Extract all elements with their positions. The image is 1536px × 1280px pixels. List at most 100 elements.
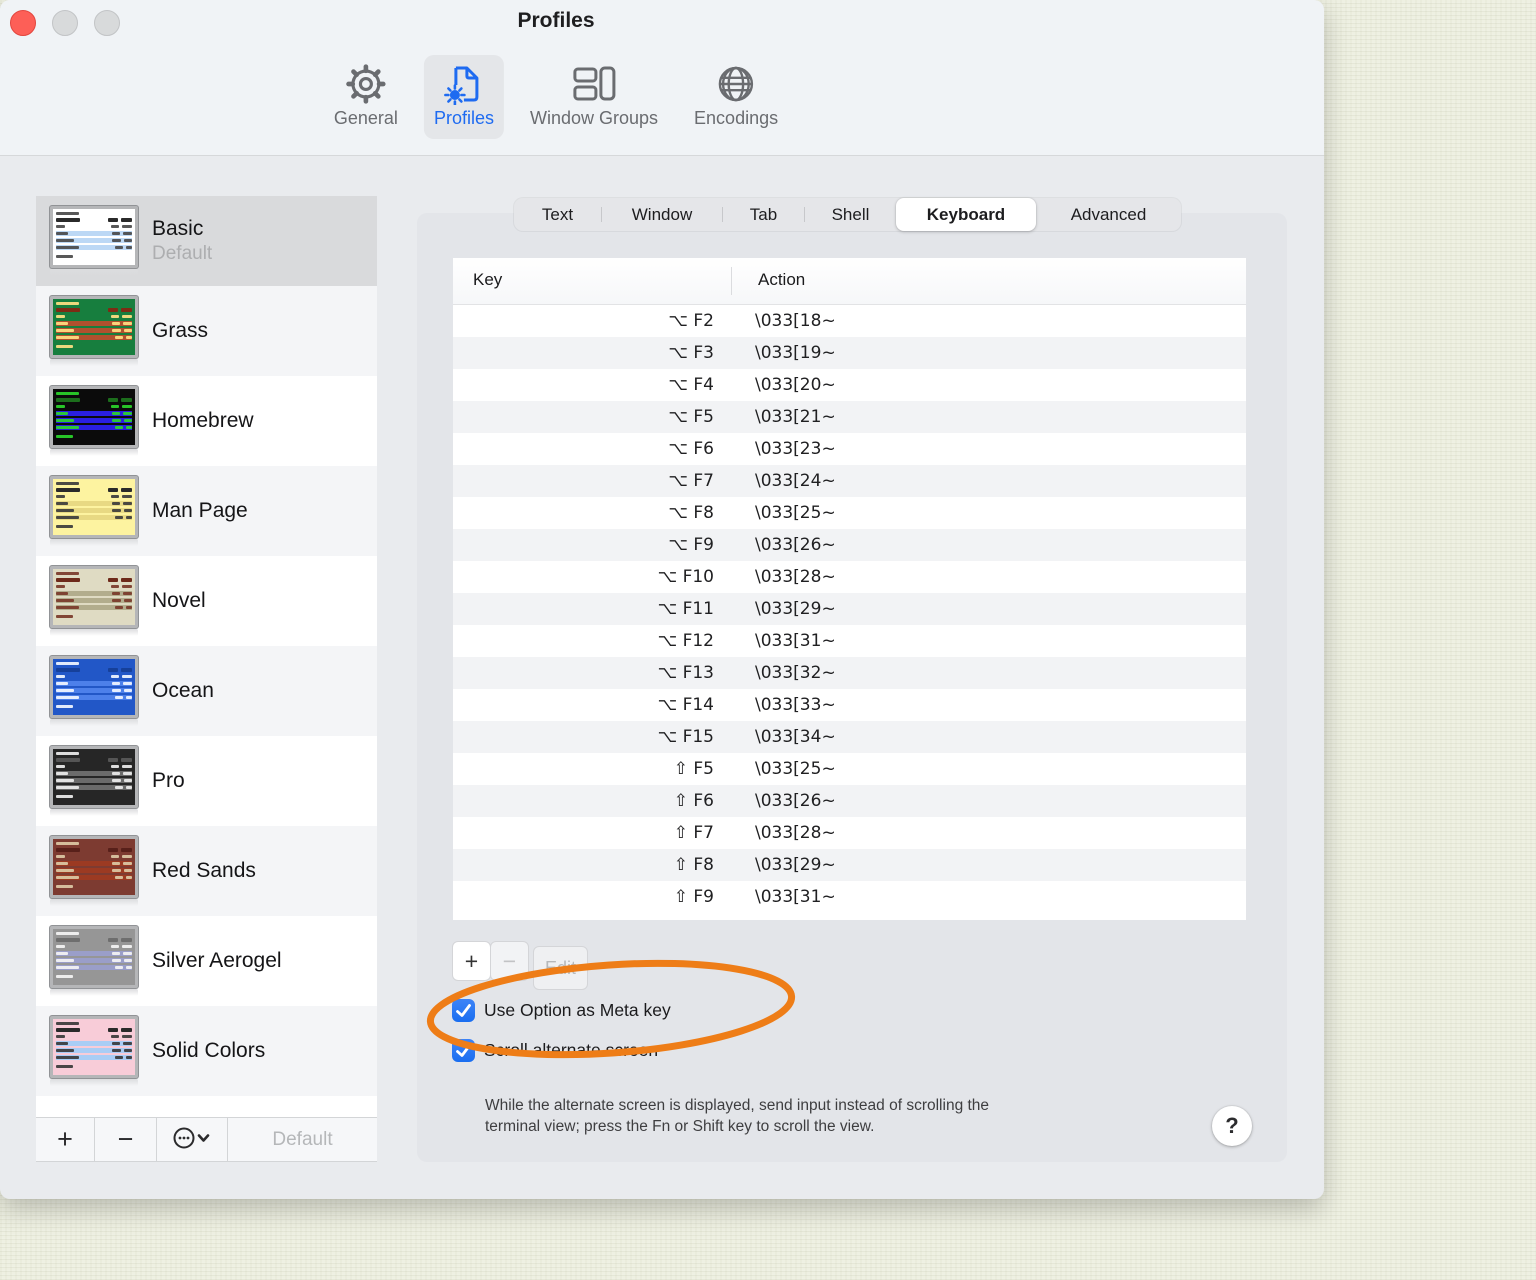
key-mapping-row[interactable]: ⌥ F4 \033[20~ bbox=[453, 369, 1246, 401]
toolbar-item-window-groups[interactable]: Window Groups bbox=[520, 55, 668, 139]
key-cell: ⌥ F14 bbox=[657, 695, 714, 715]
tab-tab[interactable]: Tab bbox=[723, 198, 804, 231]
profile-item-solid-colors[interactable]: Solid Colors bbox=[36, 1006, 377, 1096]
profile-text: Basic Default bbox=[152, 217, 212, 265]
toolbar-item-label: Encodings bbox=[694, 108, 779, 128]
key-mapping-row[interactable]: ⌥ F6 \033[23~ bbox=[453, 433, 1246, 465]
profile-text: Grass bbox=[152, 319, 208, 343]
profile-item-ocean[interactable]: Ocean bbox=[36, 646, 377, 736]
profile-item-basic[interactable]: Basic Default bbox=[36, 196, 377, 286]
key-mapping-row[interactable]: ⇧ F6 \033[26~ bbox=[453, 785, 1246, 817]
profile-item-grass[interactable]: Grass bbox=[36, 286, 377, 376]
remove-profile-button[interactable]: − bbox=[95, 1118, 157, 1161]
profile-thumbnail bbox=[50, 476, 138, 546]
profile-name: Homebrew bbox=[152, 409, 254, 432]
key-mapping-row[interactable]: ⇧ F9 \033[31~ bbox=[453, 881, 1246, 913]
action-cell: \033[26~ bbox=[755, 791, 836, 811]
tab-window[interactable]: Window bbox=[602, 198, 722, 231]
add-profile-button[interactable]: + bbox=[36, 1118, 95, 1161]
action-cell: \033[19~ bbox=[755, 343, 836, 363]
key-cell: ⇧ F7 bbox=[673, 823, 714, 843]
action-cell: \033[24~ bbox=[755, 471, 836, 491]
help-button[interactable]: ? bbox=[1212, 1106, 1252, 1146]
key-mapping-row[interactable]: ⌥ F5 \033[21~ bbox=[453, 401, 1246, 433]
key-cell: ⌥ F10 bbox=[657, 567, 714, 587]
action-cell: \033[32~ bbox=[755, 663, 836, 683]
window-title: Profiles bbox=[517, 9, 595, 32]
toolbar-item-general[interactable]: General bbox=[324, 55, 408, 139]
key-cell: ⇧ F6 bbox=[673, 791, 714, 811]
tab-keyboard[interactable]: Keyboard bbox=[896, 198, 1036, 231]
edit-key-button[interactable]: Edit bbox=[533, 946, 588, 990]
action-cell: \033[20~ bbox=[755, 375, 836, 395]
profile-name: Solid Colors bbox=[152, 1039, 266, 1062]
key-mapping-row[interactable]: ⇧ F8 \033[29~ bbox=[453, 849, 1246, 881]
profile-item-silver-aerogel[interactable]: Silver Aerogel bbox=[36, 916, 377, 1006]
key-cell: ⌥ F7 bbox=[668, 471, 714, 491]
key-mapping-row[interactable]: ⌥ F7 \033[24~ bbox=[453, 465, 1246, 497]
key-mapping-row[interactable]: ⌥ F2 \033[18~ bbox=[453, 305, 1246, 337]
action-cell: \033[31~ bbox=[755, 631, 836, 651]
key-mapping-row[interactable]: ⌥ F9 \033[26~ bbox=[453, 529, 1246, 561]
table-header: Key Action bbox=[453, 258, 1246, 305]
profile-thumbnail bbox=[50, 206, 138, 276]
action-cell: \033[18~ bbox=[755, 311, 836, 331]
profile-actions-menu-button[interactable] bbox=[157, 1118, 228, 1161]
checkbox-checked-icon[interactable] bbox=[452, 1038, 475, 1062]
desktop-background: Profiles General Profiles Window Groups bbox=[0, 0, 1536, 1280]
preferences-toolbar: General Profiles Window Groups Encodings bbox=[324, 55, 788, 139]
key-mapping-row[interactable]: ⇧ F5 \033[25~ bbox=[453, 753, 1246, 785]
profile-list: Basic Default Grass Homebrew Man Page No… bbox=[36, 196, 377, 1117]
scroll-alternate-checkbox-row[interactable]: Scroll alternate screen bbox=[452, 1038, 658, 1062]
profile-thumbnail bbox=[50, 836, 138, 906]
sidebar-action-bar: + − Default bbox=[36, 1117, 377, 1162]
key-mapping-row[interactable]: ⌥ F3 \033[19~ bbox=[453, 337, 1246, 369]
add-key-button[interactable]: + bbox=[452, 941, 491, 981]
key-cell: ⌥ F6 bbox=[668, 439, 714, 459]
key-mapping-row[interactable]: ⌥ F10 \033[28~ bbox=[453, 561, 1246, 593]
profile-name: Silver Aerogel bbox=[152, 949, 282, 972]
key-mapping-row[interactable]: ⌥ F14 \033[33~ bbox=[453, 689, 1246, 721]
ellipsis-circle-chevron-icon bbox=[172, 1126, 212, 1153]
profile-item-homebrew[interactable]: Homebrew bbox=[36, 376, 377, 466]
profile-item-red-sands[interactable]: Red Sands bbox=[36, 826, 377, 916]
default-button[interactable]: Default bbox=[228, 1118, 377, 1161]
profile-settings-panel: Text Window Tab Shell Keyboard Advanced Key A… bbox=[417, 198, 1287, 1162]
option-as-meta-label: Use Option as Meta key bbox=[484, 999, 671, 1020]
toolbar-item-label: General bbox=[333, 108, 398, 128]
profile-thumbnail bbox=[50, 566, 138, 636]
key-mapping-row[interactable]: ⌥ F11 \033[29~ bbox=[453, 593, 1246, 625]
profile-item-pro[interactable]: Pro bbox=[36, 736, 377, 826]
key-cell: ⌥ F2 bbox=[668, 311, 714, 331]
column-header-key: Key bbox=[473, 270, 503, 289]
tab-advanced[interactable]: Advanced bbox=[1036, 198, 1181, 231]
key-cell: ⌥ F4 bbox=[668, 375, 714, 395]
checkbox-checked-icon[interactable] bbox=[452, 998, 475, 1022]
profile-name: Novel bbox=[152, 589, 206, 612]
toolbar-item-profiles[interactable]: Profiles bbox=[423, 55, 504, 139]
key-cell: ⌥ F3 bbox=[668, 343, 714, 363]
option-as-meta-checkbox-row[interactable]: Use Option as Meta key bbox=[452, 998, 671, 1022]
key-cell: ⌥ F8 bbox=[668, 503, 714, 523]
profile-text: Pro bbox=[152, 769, 185, 793]
action-cell: \033[29~ bbox=[755, 599, 836, 619]
remove-key-button[interactable]: − bbox=[490, 941, 529, 981]
column-header-action: Action bbox=[758, 270, 806, 289]
key-mapping-row[interactable]: ⌥ F13 \033[32~ bbox=[453, 657, 1246, 689]
profiles-doc-icon bbox=[443, 61, 485, 107]
key-mapping-row[interactable]: ⌥ F15 \033[34~ bbox=[453, 721, 1246, 753]
profile-item-novel[interactable]: Novel bbox=[36, 556, 377, 646]
profile-thumbnail bbox=[50, 1016, 138, 1086]
globe-icon bbox=[716, 61, 756, 107]
toolbar-item-label: Window Groups bbox=[529, 108, 659, 128]
tab-text[interactable]: Text bbox=[514, 198, 601, 231]
profile-thumbnail bbox=[50, 926, 138, 996]
key-mapping-row[interactable]: ⌥ F12 \033[31~ bbox=[453, 625, 1246, 657]
toolbar-item-encodings[interactable]: Encodings bbox=[684, 55, 788, 139]
profile-text: Red Sands bbox=[152, 859, 256, 883]
key-mapping-row[interactable]: ⌥ F8 \033[25~ bbox=[453, 497, 1246, 529]
profile-item-man-page[interactable]: Man Page bbox=[36, 466, 377, 556]
key-cell: ⌥ F13 bbox=[657, 663, 714, 683]
tab-shell[interactable]: Shell bbox=[805, 198, 896, 231]
key-mapping-row[interactable]: ⇧ F7 \033[28~ bbox=[453, 817, 1246, 849]
